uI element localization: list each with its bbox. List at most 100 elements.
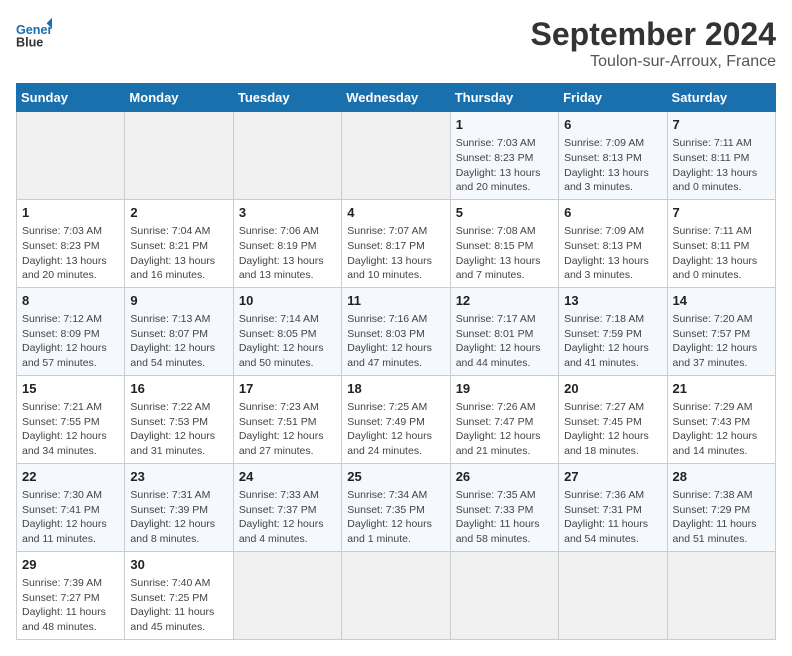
day-info: Sunrise: 7:17 AMSunset: 8:01 PMDaylight:… bbox=[456, 312, 553, 371]
calendar-week-5: 29 Sunrise: 7:39 AMSunset: 7:27 PMDayligh… bbox=[17, 551, 776, 639]
day-number: 1 bbox=[22, 204, 119, 222]
day-number: 8 bbox=[22, 292, 119, 310]
calendar-cell: 22 Sunrise: 7:30 AMSunset: 7:41 PMDayligh… bbox=[17, 463, 125, 551]
calendar-week-1: 1 Sunrise: 7:03 AMSunset: 8:23 PMDaylight… bbox=[17, 199, 776, 287]
calendar-cell: 2 Sunrise: 7:04 AMSunset: 8:21 PMDaylight… bbox=[125, 199, 233, 287]
day-info: Sunrise: 7:34 AMSunset: 7:35 PMDaylight:… bbox=[347, 488, 444, 547]
day-info: Sunrise: 7:30 AMSunset: 7:41 PMDaylight:… bbox=[22, 488, 119, 547]
calendar-cell: 15 Sunrise: 7:21 AMSunset: 7:55 PMDayligh… bbox=[17, 375, 125, 463]
day-info: Sunrise: 7:04 AMSunset: 8:21 PMDaylight:… bbox=[130, 224, 227, 283]
day-info: Sunrise: 7:03 AMSunset: 8:23 PMDaylight:… bbox=[22, 224, 119, 283]
location-subtitle: Toulon-sur-Arroux, France bbox=[531, 53, 776, 71]
day-number: 12 bbox=[456, 292, 553, 310]
day-number: 1 bbox=[456, 116, 553, 134]
calendar-cell: 26 Sunrise: 7:35 AMSunset: 7:33 PMDayligh… bbox=[450, 463, 558, 551]
weekday-header-tuesday: Tuesday bbox=[233, 84, 341, 112]
calendar-cell: 1 Sunrise: 7:03 AMSunset: 8:23 PMDaylight… bbox=[17, 199, 125, 287]
day-number: 20 bbox=[564, 380, 661, 398]
day-info: Sunrise: 7:11 AMSunset: 8:11 PMDaylight:… bbox=[673, 224, 770, 283]
calendar-cell: 16 Sunrise: 7:22 AMSunset: 7:53 PMDayligh… bbox=[125, 375, 233, 463]
day-number: 23 bbox=[130, 468, 227, 486]
day-number: 6 bbox=[564, 204, 661, 222]
weekday-header-saturday: Saturday bbox=[667, 84, 775, 112]
calendar-cell bbox=[559, 551, 667, 639]
day-info: Sunrise: 7:23 AMSunset: 7:51 PMDaylight:… bbox=[239, 400, 336, 459]
day-number: 25 bbox=[347, 468, 444, 486]
day-info: Sunrise: 7:11 AMSunset: 8:11 PMDaylight:… bbox=[673, 136, 770, 195]
day-info: Sunrise: 7:26 AMSunset: 7:47 PMDaylight:… bbox=[456, 400, 553, 459]
day-number: 16 bbox=[130, 380, 227, 398]
calendar-cell: 24 Sunrise: 7:33 AMSunset: 7:37 PMDayligh… bbox=[233, 463, 341, 551]
day-number: 22 bbox=[22, 468, 119, 486]
calendar-cell: 9 Sunrise: 7:13 AMSunset: 8:07 PMDaylight… bbox=[125, 287, 233, 375]
day-number: 19 bbox=[456, 380, 553, 398]
calendar-week-0: 1 Sunrise: 7:03 AMSunset: 8:23 PMDaylight… bbox=[17, 112, 776, 200]
day-info: Sunrise: 7:29 AMSunset: 7:43 PMDaylight:… bbox=[673, 400, 770, 459]
weekday-header-sunday: Sunday bbox=[17, 84, 125, 112]
day-info: Sunrise: 7:20 AMSunset: 7:57 PMDaylight:… bbox=[673, 312, 770, 371]
calendar-cell bbox=[450, 551, 558, 639]
calendar-cell: 23 Sunrise: 7:31 AMSunset: 7:39 PMDayligh… bbox=[125, 463, 233, 551]
calendar-cell: 28 Sunrise: 7:38 AMSunset: 7:29 PMDayligh… bbox=[667, 463, 775, 551]
weekday-header-wednesday: Wednesday bbox=[342, 84, 450, 112]
title-block: September 2024 Toulon-sur-Arroux, France bbox=[531, 16, 776, 71]
day-number: 29 bbox=[22, 556, 119, 574]
day-info: Sunrise: 7:25 AMSunset: 7:49 PMDaylight:… bbox=[347, 400, 444, 459]
day-number: 2 bbox=[130, 204, 227, 222]
day-info: Sunrise: 7:22 AMSunset: 7:53 PMDaylight:… bbox=[130, 400, 227, 459]
calendar-cell bbox=[17, 112, 125, 200]
day-number: 13 bbox=[564, 292, 661, 310]
day-info: Sunrise: 7:38 AMSunset: 7:29 PMDaylight:… bbox=[673, 488, 770, 547]
day-number: 10 bbox=[239, 292, 336, 310]
calendar-cell bbox=[342, 112, 450, 200]
day-info: Sunrise: 7:33 AMSunset: 7:37 PMDaylight:… bbox=[239, 488, 336, 547]
calendar-cell: 6Sunrise: 7:09 AMSunset: 8:13 PMDaylight… bbox=[559, 199, 667, 287]
calendar-cell bbox=[125, 112, 233, 200]
calendar-cell: 20Sunrise: 7:27 AMSunset: 7:45 PMDayligh… bbox=[559, 375, 667, 463]
day-number: 7 bbox=[673, 204, 770, 222]
calendar-cell: 11Sunrise: 7:16 AMSunset: 8:03 PMDayligh… bbox=[342, 287, 450, 375]
calendar-cell: 29 Sunrise: 7:39 AMSunset: 7:27 PMDayligh… bbox=[17, 551, 125, 639]
day-info: Sunrise: 7:21 AMSunset: 7:55 PMDaylight:… bbox=[22, 400, 119, 459]
day-info: Sunrise: 7:40 AMSunset: 7:25 PMDaylight:… bbox=[130, 576, 227, 635]
calendar-cell bbox=[233, 112, 341, 200]
day-number: 26 bbox=[456, 468, 553, 486]
day-info: Sunrise: 7:35 AMSunset: 7:33 PMDaylight:… bbox=[456, 488, 553, 547]
calendar-cell: 8Sunrise: 7:12 AMSunset: 8:09 PMDaylight… bbox=[17, 287, 125, 375]
calendar-cell: 13 Sunrise: 7:18 AMSunset: 7:59 PMDayligh… bbox=[559, 287, 667, 375]
day-number: 30 bbox=[130, 556, 227, 574]
day-info: Sunrise: 7:07 AMSunset: 8:17 PMDaylight:… bbox=[347, 224, 444, 283]
day-number: 17 bbox=[239, 380, 336, 398]
calendar-cell: 3Sunrise: 7:06 AMSunset: 8:19 PMDaylight… bbox=[233, 199, 341, 287]
calendar-week-3: 15 Sunrise: 7:21 AMSunset: 7:55 PMDayligh… bbox=[17, 375, 776, 463]
day-number: 24 bbox=[239, 468, 336, 486]
calendar-cell: 7 Sunrise: 7:11 AMSunset: 8:11 PMDaylight… bbox=[667, 199, 775, 287]
day-info: Sunrise: 7:08 AMSunset: 8:15 PMDaylight:… bbox=[456, 224, 553, 283]
day-number: 4 bbox=[347, 204, 444, 222]
day-info: Sunrise: 7:09 AMSunset: 8:13 PMDaylight:… bbox=[564, 136, 661, 195]
day-number: 9 bbox=[130, 292, 227, 310]
day-number: 21 bbox=[673, 380, 770, 398]
calendar-cell: 27Sunrise: 7:36 AMSunset: 7:31 PMDayligh… bbox=[559, 463, 667, 551]
calendar-cell: 19 Sunrise: 7:26 AMSunset: 7:47 PMDayligh… bbox=[450, 375, 558, 463]
calendar-cell: 25 Sunrise: 7:34 AMSunset: 7:35 PMDayligh… bbox=[342, 463, 450, 551]
calendar-cell bbox=[233, 551, 341, 639]
calendar-cell: 17 Sunrise: 7:23 AMSunset: 7:51 PMDayligh… bbox=[233, 375, 341, 463]
day-info: Sunrise: 7:03 AMSunset: 8:23 PMDaylight:… bbox=[456, 136, 553, 195]
day-number: 28 bbox=[673, 468, 770, 486]
day-number: 14 bbox=[673, 292, 770, 310]
day-number: 15 bbox=[22, 380, 119, 398]
calendar-table: SundayMondayTuesdayWednesdayThursdayFrid… bbox=[16, 83, 776, 640]
day-number: 18 bbox=[347, 380, 444, 398]
day-info: Sunrise: 7:13 AMSunset: 8:07 PMDaylight:… bbox=[130, 312, 227, 371]
calendar-cell: 5Sunrise: 7:08 AMSunset: 8:15 PMDaylight… bbox=[450, 199, 558, 287]
day-info: Sunrise: 7:18 AMSunset: 7:59 PMDaylight:… bbox=[564, 312, 661, 371]
day-info: Sunrise: 7:31 AMSunset: 7:39 PMDaylight:… bbox=[130, 488, 227, 547]
day-info: Sunrise: 7:39 AMSunset: 7:27 PMDaylight:… bbox=[22, 576, 119, 635]
calendar-cell: 6Sunrise: 7:09 AMSunset: 8:13 PMDaylight… bbox=[559, 112, 667, 200]
day-number: 11 bbox=[347, 292, 444, 310]
weekday-header-monday: Monday bbox=[125, 84, 233, 112]
calendar-cell: 12 Sunrise: 7:17 AMSunset: 8:01 PMDayligh… bbox=[450, 287, 558, 375]
day-number: 3 bbox=[239, 204, 336, 222]
logo: General Blue bbox=[16, 16, 52, 52]
